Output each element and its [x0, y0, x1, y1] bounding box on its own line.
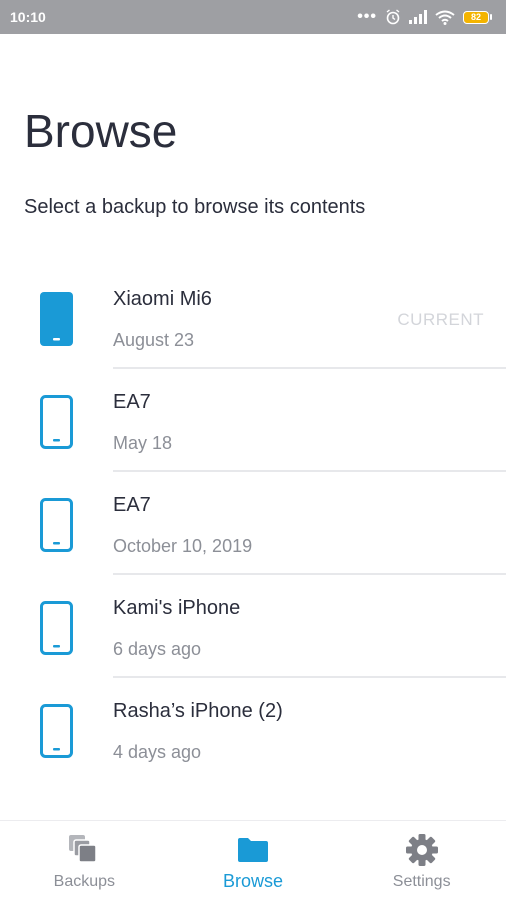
- backup-list: Xiaomi Mi6 August 23 CURRENT EA7 May 18 …: [0, 266, 506, 781]
- status-bar: 10:10 ••• 82: [0, 0, 506, 34]
- more-dots-icon: •••: [357, 8, 377, 25]
- phone-outline-icon: [40, 601, 73, 655]
- signal-icon: [409, 10, 427, 24]
- battery-icon: 82: [463, 10, 492, 24]
- backup-date: 4 days ago: [113, 742, 202, 762]
- nav-label: Backups: [53, 873, 116, 890]
- status-time: 10:10: [10, 9, 46, 25]
- current-badge: CURRENT: [397, 310, 484, 329]
- backup-name: EA7: [113, 391, 151, 413]
- nav-label: Browse: [222, 871, 284, 891]
- backup-date: October 10, 2019: [113, 536, 253, 556]
- backup-item[interactable]: EA7 October 10, 2019: [0, 472, 506, 575]
- phone-outline-icon: [40, 498, 73, 552]
- gear-icon: [405, 834, 438, 866]
- backup-name: EA7: [113, 494, 151, 516]
- phone-filled-icon: [40, 292, 73, 346]
- nav-label: Settings: [392, 873, 451, 890]
- folder-icon: [238, 838, 268, 862]
- battery-level: 82: [463, 10, 489, 24]
- phone-outline-icon: [40, 704, 73, 758]
- backup-name: Kami's iPhone: [113, 597, 241, 619]
- wifi-icon: [435, 10, 455, 25]
- backup-date: August 23: [113, 330, 195, 350]
- backup-item[interactable]: Xiaomi Mi6 August 23 CURRENT: [0, 266, 506, 369]
- backup-name: Rasha’s iPhone (2): [113, 700, 283, 722]
- page-title: Browse: [24, 105, 178, 157]
- backup-item[interactable]: Rasha’s iPhone (2) 4 days ago: [0, 678, 506, 781]
- backup-name: Xiaomi Mi6: [113, 288, 212, 310]
- nav-settings[interactable]: Settings: [337, 821, 506, 900]
- backup-date: May 18: [113, 433, 173, 453]
- backup-item[interactable]: EA7 May 18: [0, 369, 506, 472]
- stacked-squares-icon: [69, 835, 98, 863]
- backup-date: 6 days ago: [113, 639, 202, 659]
- nav-browse[interactable]: Browse: [169, 821, 338, 900]
- nav-backups[interactable]: Backups: [0, 821, 169, 900]
- status-icons: ••• 82: [357, 9, 492, 25]
- backup-item[interactable]: Kami's iPhone 6 days ago: [0, 575, 506, 678]
- page-subtitle: Select a backup to browse its contents: [24, 196, 366, 218]
- alarm-icon: [386, 9, 400, 25]
- bottom-nav: Backups Browse Settings: [0, 820, 506, 900]
- phone-outline-icon: [40, 395, 73, 449]
